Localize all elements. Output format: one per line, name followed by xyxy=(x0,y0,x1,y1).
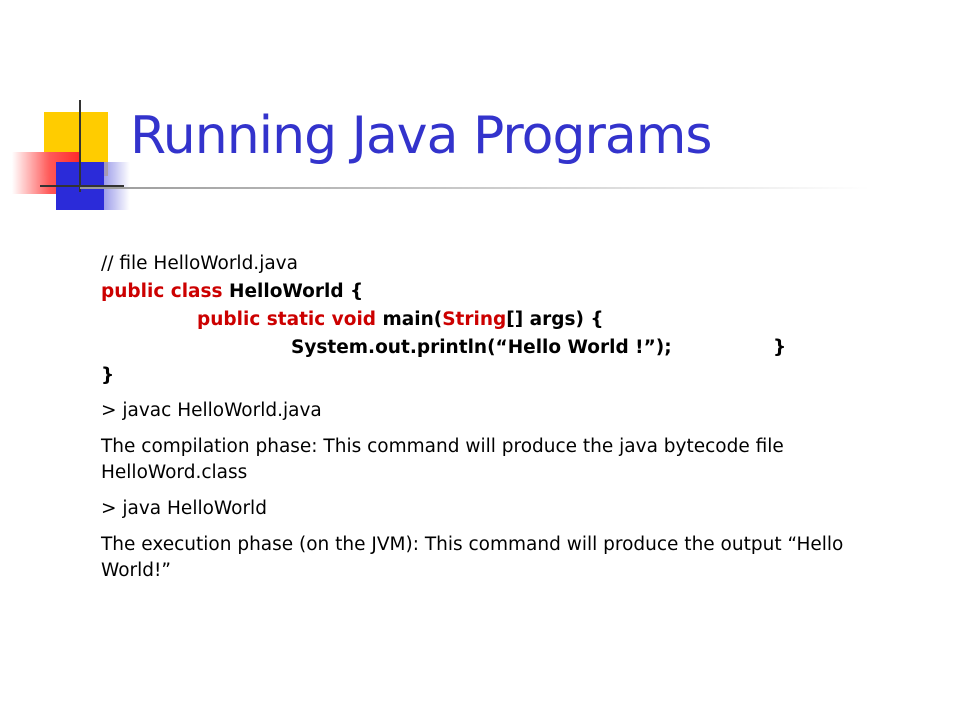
code-keyword: public class xyxy=(101,281,223,302)
run-command: > java HelloWorld xyxy=(101,498,267,519)
code-main-line: public static void main(String[] args) { xyxy=(101,306,901,334)
code-keyword: public static void xyxy=(197,309,377,330)
decor-vertical-line xyxy=(79,100,81,192)
code-text: System.out.println(“Hello World !”); xyxy=(291,337,672,358)
run-description: The execution phase (on the JVM): This c… xyxy=(101,534,844,581)
code-close-class: } xyxy=(101,365,115,386)
code-block: // file HelloWorld.java public class Hel… xyxy=(101,250,901,390)
slide-title: Running Java Programs xyxy=(130,106,712,166)
code-text: [] args) { xyxy=(506,309,604,330)
code-text: main( xyxy=(376,309,443,330)
code-class-line: public class HelloWorld { xyxy=(101,278,901,306)
compile-description: The compilation phase: This command will… xyxy=(101,436,784,483)
code-comment: // file HelloWorld.java xyxy=(101,253,298,274)
code-type: String xyxy=(442,309,507,330)
code-close-brace: } xyxy=(773,337,787,358)
title-underline xyxy=(80,187,870,189)
code-println-line: System.out.println(“Hello World !”);} xyxy=(101,334,901,362)
slide-body: // file HelloWorld.java public class Hel… xyxy=(101,250,901,584)
code-text: HelloWorld { xyxy=(222,281,364,302)
compile-command: > javac HelloWorld.java xyxy=(101,400,322,421)
